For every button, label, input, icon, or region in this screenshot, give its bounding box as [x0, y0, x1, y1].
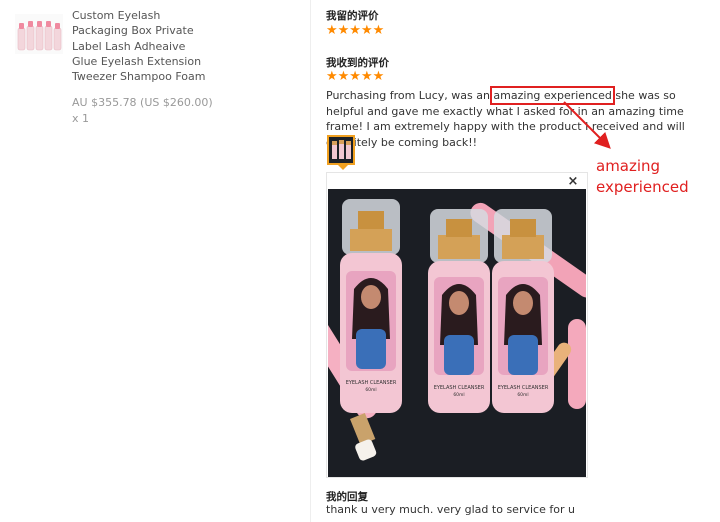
bottle-3-label: EYELASH CLEANSER: [498, 385, 549, 391]
review-text: Purchasing from Lucy, was an amazing exp…: [326, 86, 716, 150]
product-price: AU $355.78 (US $260.00) x 1: [72, 96, 213, 125]
bottle-1-label: EYELASH CLEANSER: [346, 380, 397, 386]
received-review-stars: ★★★★★: [326, 69, 385, 84]
review-photo[interactable]: EYELASH CLEANSER 60ml EYELASH CLEANSER 6…: [328, 189, 586, 477]
product-title[interactable]: Custom Eyelash Packaging Box Private Lab…: [72, 8, 212, 84]
review-text-before: Purchasing from Lucy, was an: [326, 89, 494, 102]
my-review-heading: 我留的评价: [326, 10, 379, 22]
bottle-2-volume: 60ml: [453, 392, 464, 398]
annotation-label: amazing experienced: [596, 157, 689, 196]
reply-text: thank u very much. very glad to service …: [326, 503, 575, 516]
close-icon[interactable]: ×: [566, 175, 580, 189]
reply-heading: 我的回复: [326, 491, 368, 503]
cleanser-bottle-2: EYELASH CLEANSER 60ml: [428, 209, 490, 413]
cleanser-bottle-3: EYELASH CLEANSER 60ml: [492, 209, 554, 413]
bottle-1-volume: 60ml: [365, 387, 376, 393]
my-review-stars: ★★★★★: [326, 23, 385, 38]
received-review-heading: 我收到的评价: [326, 57, 389, 69]
annotation-arrow-icon: [563, 101, 611, 149]
cleanser-bottle-1: EYELASH CLEANSER 60ml: [340, 199, 402, 413]
bottle-2-label: EYELASH CLEANSER: [434, 385, 485, 391]
product-thumbnail[interactable]: [15, 14, 63, 54]
thumbnail-caret: [338, 165, 348, 170]
column-divider: [310, 0, 311, 522]
review-photo-thumbnail[interactable]: [327, 135, 355, 165]
bottle-3-volume: 60ml: [517, 392, 528, 398]
